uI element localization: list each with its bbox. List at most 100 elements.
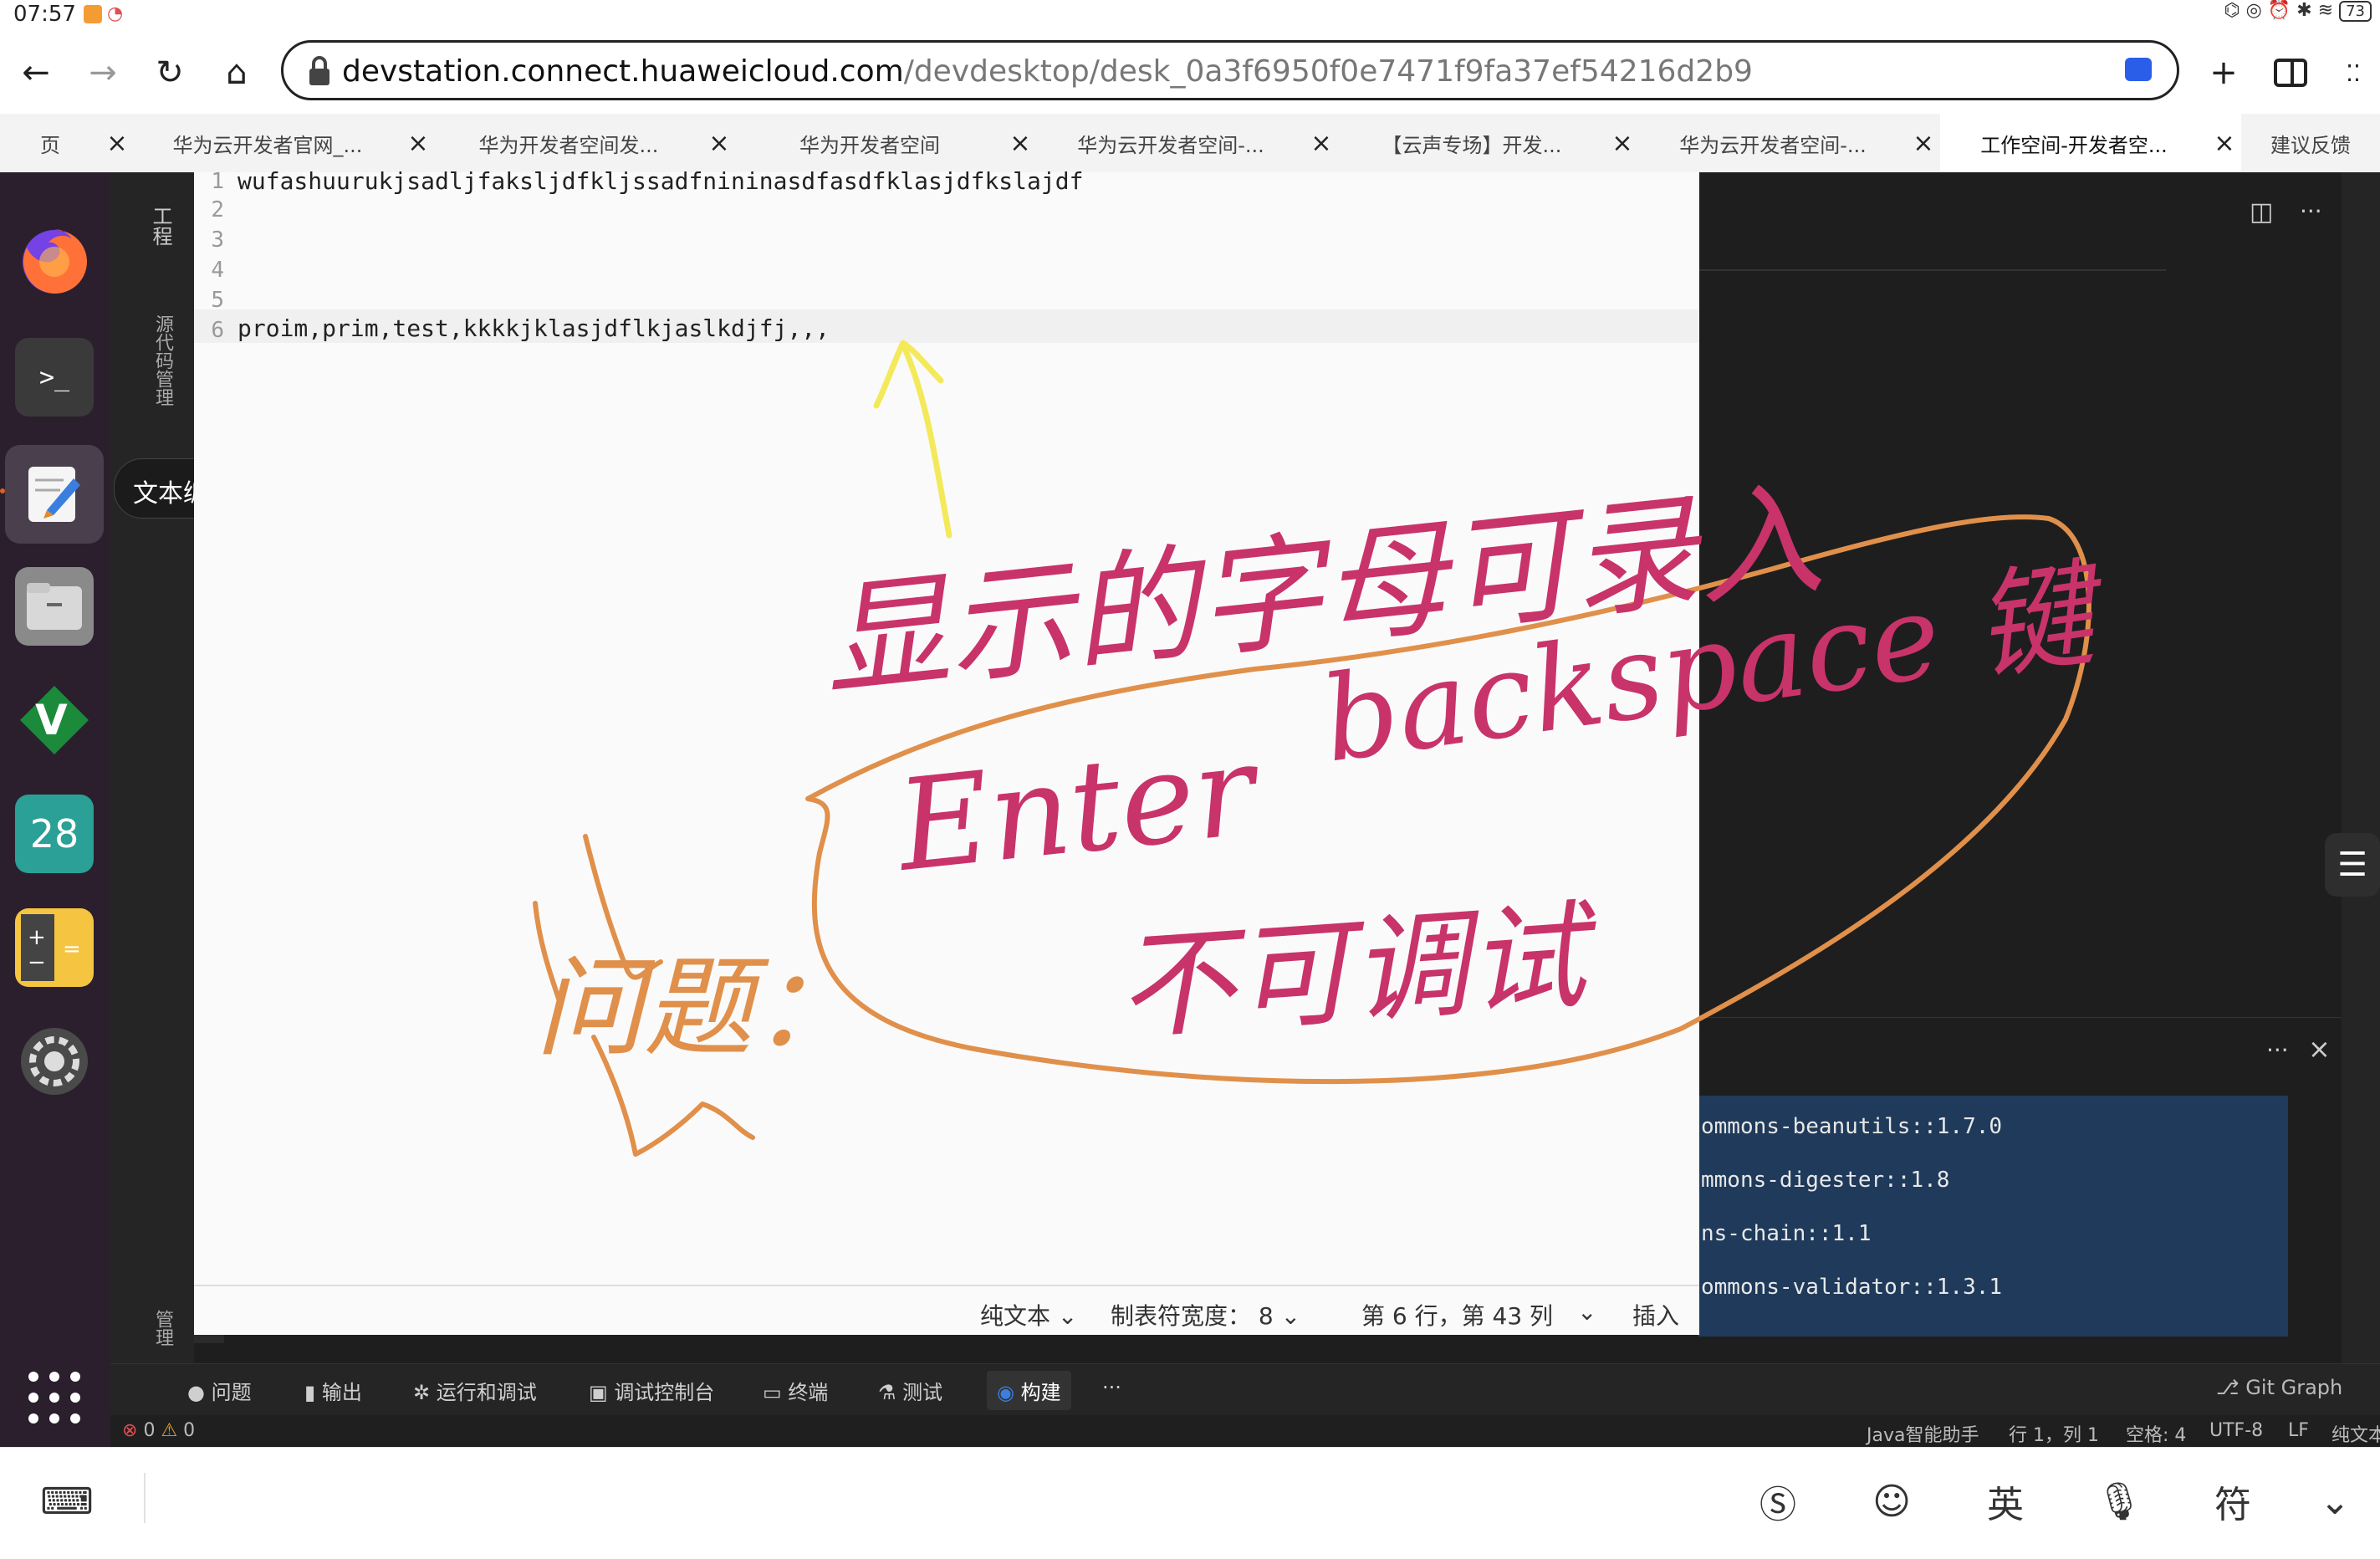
firefox-icon[interactable] (15, 221, 94, 299)
tab[interactable]: 华为开发者空间发... × (435, 114, 736, 172)
tab-label: 工作空间-开发者空... (1980, 133, 2168, 157)
tab-terminal[interactable]: ▭ 终端 (763, 1376, 828, 1405)
chevron-down-icon[interactable]: ⌄ (2301, 1468, 2368, 1535)
tab-output[interactable]: ▮ 输出 (304, 1376, 362, 1405)
line-number: 3 (211, 227, 224, 253)
close-icon[interactable]: × (100, 129, 134, 158)
editor-line[interactable]: wufashuurukjsadljfaksljdfkljssadfnininas… (237, 167, 1083, 195)
tab-build[interactable]: ◉ 构建 (987, 1371, 1071, 1410)
close-icon[interactable]: × (1907, 129, 1940, 158)
clock: 07:57 (13, 2, 76, 27)
ide-activity-bar: 工程 源代码管理 管理 (110, 172, 194, 1447)
close-icon[interactable]: × (1004, 129, 1037, 158)
insert-mode[interactable]: 插入 (1632, 1298, 1679, 1332)
tab[interactable]: 华为云开发者官网_... × (134, 114, 435, 172)
project-view-label[interactable]: 工程 (125, 206, 176, 246)
tab-width-selector[interactable]: 制表符宽度： 8 ⌄ (1111, 1298, 1300, 1332)
tab-label: 构建 (1020, 1381, 1061, 1404)
close-icon[interactable]: × (2308, 1033, 2331, 1065)
tab[interactable]: 华为云开发者空间-... × (1037, 114, 1338, 172)
reload-button[interactable]: ↻ (140, 43, 199, 102)
close-icon[interactable]: × (401, 129, 435, 158)
home-button[interactable]: ⌂ (207, 43, 266, 102)
close-icon[interactable]: × (2208, 129, 2241, 158)
tab-label: 测试 (902, 1381, 943, 1404)
calculator-icon[interactable]: + − = (15, 908, 94, 987)
more-tabs-icon[interactable]: ··· (1102, 1376, 1121, 1399)
tab[interactable]: 【云声专场】开发... × (1338, 114, 1639, 172)
panel-header: ··· × (1698, 1017, 2342, 1096)
language-mode[interactable]: 纯文本 (2331, 1420, 2380, 1447)
split-editor-icon[interactable]: ◫ (2250, 197, 2273, 227)
address-bar[interactable]: devstation.connect.huaweicloud.com/devde… (281, 40, 2179, 100)
forward-button[interactable]: → (74, 43, 132, 102)
settings-icon[interactable] (15, 1022, 94, 1101)
encoding[interactable]: UTF-8 (2209, 1420, 2263, 1441)
errors-indicator[interactable]: ⊗ 0 ⚠ 0 (122, 1420, 195, 1441)
tab-label: 问题 (211, 1381, 252, 1404)
close-icon[interactable]: × (702, 129, 736, 158)
error-count: 0 (143, 1420, 156, 1441)
close-icon[interactable]: × (1606, 129, 1639, 158)
manage-label[interactable]: 管理 (125, 1310, 176, 1347)
chevron-down-icon[interactable]: ⌄ (1577, 1298, 1596, 1326)
svg-text:V: V (35, 696, 68, 744)
source-control-label[interactable]: 源代码管理 (125, 314, 176, 406)
tab-problems[interactable]: ● 问题 (187, 1376, 252, 1405)
browser-toolbar: ← → ↻ ⌂ devstation.connect.huaweicloud.c… (0, 32, 2380, 114)
divider (144, 1473, 146, 1523)
build-icon: ◉ (997, 1381, 1014, 1404)
app-grid-icon[interactable] (25, 1368, 84, 1427)
editor-line[interactable]: proim,prim,test,kkkkjklasjdflkjaslkdjfj,… (237, 314, 830, 342)
console-line: mmons-digester::1.8 (1701, 1168, 1950, 1193)
outline-toggle-icon[interactable]: ☰ (2325, 833, 2380, 897)
vim-icon[interactable]: V (15, 681, 94, 759)
tab[interactable]: 页 × (0, 114, 134, 172)
line-ending[interactable]: LF (2288, 1420, 2309, 1441)
more-actions-icon[interactable]: ··· (2300, 197, 2322, 225)
ime-logo-icon[interactable]: Ⓢ (1744, 1468, 1811, 1535)
tab-active[interactable]: 工作空间-开发者空... × (1940, 114, 2241, 172)
terminal-icon[interactable]: >_ (15, 338, 94, 417)
tab-label: 页 (40, 133, 60, 157)
split-view-icon[interactable] (2261, 43, 2320, 102)
tab-strip: 页 × 华为云开发者官网_... × 华为开发者空间发... × 华为开发者空间 × 华… (0, 114, 2380, 173)
new-tab-button[interactable]: + (2194, 43, 2253, 102)
tab[interactable]: 华为开发者空间 × (736, 114, 1037, 172)
console-line: ommons-beanutils::1.7.0 (1701, 1114, 2003, 1139)
emoji-icon[interactable]: ☺ (1858, 1468, 1925, 1535)
symbols-button[interactable]: 符 (2199, 1468, 2266, 1535)
close-icon[interactable]: × (1305, 129, 1338, 158)
tab-label: 运行和调试 (436, 1381, 537, 1404)
back-button[interactable]: ← (7, 43, 65, 102)
git-graph-button[interactable]: ⎇ Git Graph (2216, 1376, 2342, 1399)
tab-run-debug[interactable]: ✲ 运行和调试 (413, 1376, 537, 1405)
microphone-icon[interactable]: 🎙 (2086, 1468, 2153, 1535)
cursor-position[interactable]: 第 6 行，第 43 列 (1361, 1298, 1553, 1332)
lock-icon (309, 56, 329, 85)
language-selector[interactable]: 纯文本 ⌄ (980, 1298, 1077, 1332)
tab-test[interactable]: ⚗ 测试 (878, 1376, 942, 1405)
keyboard-icon[interactable]: ⌨ (33, 1468, 100, 1535)
indent-setting[interactable]: 空格: 4 (2126, 1420, 2186, 1447)
battery-level: 73 (2346, 3, 2365, 20)
calendar-icon[interactable]: 28 (15, 795, 94, 873)
ide-right-sidebar: ☰ (2325, 172, 2380, 1447)
tab[interactable]: 建议反馈 (2241, 114, 2380, 172)
tab[interactable]: 华为云开发者空间-... × (1639, 114, 1940, 172)
line-number: 4 (211, 258, 224, 283)
cursor-position[interactable]: 行 1，列 1 (2009, 1420, 2099, 1447)
more-menu-icon[interactable]: ⁚⁚ (2330, 43, 2377, 102)
tab-debug-console[interactable]: ▣ 调试控制台 (589, 1376, 714, 1405)
url-text: devstation.connect.huaweicloud.com/devde… (342, 54, 1753, 89)
java-assistant[interactable]: Java智能助手 (1867, 1420, 1979, 1447)
text-editor-dock-item[interactable] (5, 445, 104, 544)
ide-status-bar: ⊗ 0 ⚠ 0 Java智能助手 行 1，列 1 空格: 4 UTF-8 LF … (110, 1415, 2380, 1447)
build-output-console: ommons-beanutils::1.7.0 mmons-digester::… (1698, 1096, 2288, 1337)
tab-label: 华为开发者空间发... (478, 133, 659, 157)
language-toggle[interactable]: 英 (1972, 1468, 2039, 1535)
extension-icon[interactable] (2125, 58, 2152, 81)
svg-text:+: + (28, 925, 46, 950)
more-actions-icon[interactable]: ··· (2266, 1036, 2289, 1064)
files-icon[interactable] (15, 567, 94, 646)
